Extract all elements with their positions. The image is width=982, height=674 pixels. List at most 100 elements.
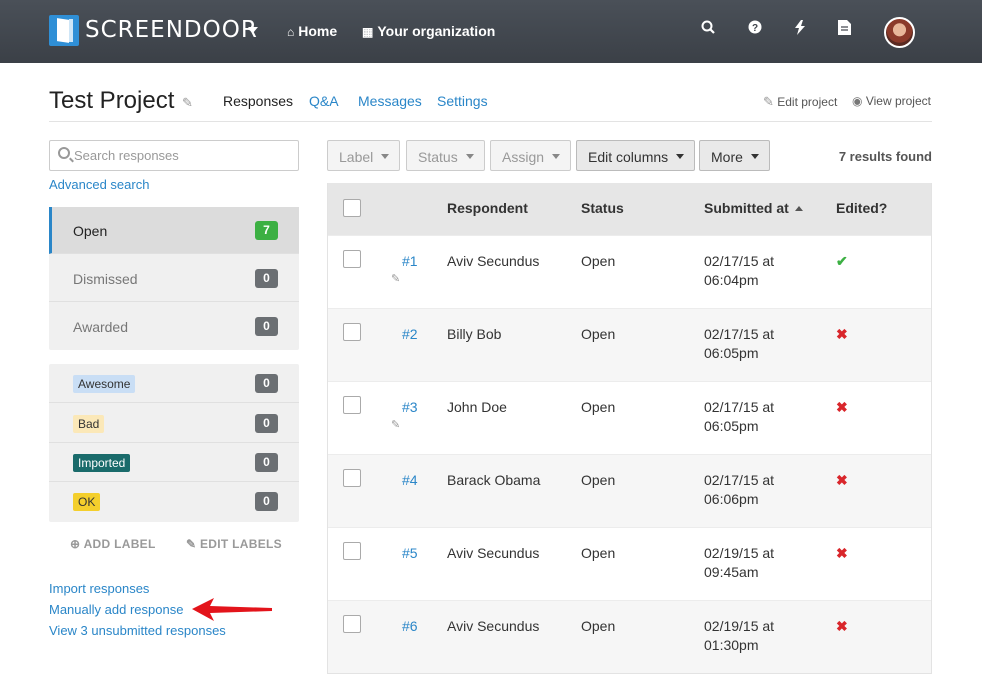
submitted-time: 06:04pm — [704, 272, 759, 288]
response-status: Open — [581, 545, 616, 561]
tab-messages[interactable]: Messages — [358, 93, 422, 109]
responses-table: Respondent Status Submitted at Edited? #… — [327, 183, 932, 674]
response-id-link[interactable]: #1 — [402, 252, 418, 271]
document-icon[interactable] — [834, 20, 854, 39]
nav-organization[interactable]: ▦ Your organization — [362, 23, 495, 39]
brand-dropdown-icon[interactable] — [248, 27, 258, 33]
respondent-name: Barack Obama — [447, 472, 541, 488]
label-filter-ok[interactable]: OK 0 — [49, 482, 299, 521]
status-dropdown-button[interactable]: Status — [406, 140, 485, 171]
column-header-respondent[interactable]: Respondent — [447, 200, 528, 216]
label-filter-awesome[interactable]: Awesome 0 — [49, 364, 299, 403]
top-navbar: SCREENDOOR ⌂ Home ▦ Your organization ? — [0, 0, 982, 63]
tab-settings[interactable]: Settings — [437, 93, 488, 109]
respondent-name: Aviv Secundus — [447, 618, 540, 634]
search-field-icon — [58, 147, 70, 159]
row-checkbox[interactable] — [343, 323, 361, 341]
view-unsubmitted-link[interactable]: View 3 unsubmitted responses — [49, 623, 226, 638]
label-filter-bad[interactable]: Bad 0 — [49, 404, 299, 443]
column-header-label: Submitted at — [704, 200, 789, 216]
response-status: Open — [581, 472, 616, 488]
edit-labels-button[interactable]: ✎ EDIT LABELS — [186, 537, 282, 551]
tab-responses[interactable]: Responses — [223, 93, 293, 109]
pencil-icon: ✎ — [763, 94, 774, 109]
response-status: Open — [581, 253, 616, 269]
tab-qa[interactable]: Q&A — [309, 93, 339, 109]
sort-ascending-icon — [794, 206, 803, 211]
import-responses-link[interactable]: Import responses — [49, 581, 149, 596]
button-label: More — [711, 149, 743, 165]
search-input[interactable] — [74, 145, 294, 166]
assign-dropdown-button[interactable]: Assign — [490, 140, 572, 171]
response-id-link[interactable]: #5 — [402, 544, 418, 563]
table-row[interactable]: #1 ✎ Aviv Secundus Open 02/17/15 at 06:04pm ✔ — [328, 235, 931, 308]
submitted-at: 02/17/15 at 06:05pm — [704, 398, 774, 436]
response-id-link[interactable]: #4 — [402, 471, 418, 490]
status-filter-open[interactable]: Open 7 — [49, 207, 299, 254]
label-count-badge: 0 — [255, 414, 278, 433]
screendoor-logo-icon[interactable] — [49, 15, 79, 46]
add-label-button[interactable]: ⊕ ADD LABEL — [70, 537, 156, 551]
view-project-link[interactable]: ◉ View project — [852, 94, 931, 108]
row-checkbox[interactable] — [343, 469, 361, 487]
label-tag: Imported — [73, 454, 131, 472]
column-header-edited[interactable]: Edited? — [836, 200, 887, 216]
user-avatar[interactable] — [884, 17, 915, 48]
row-checkbox[interactable] — [343, 542, 361, 560]
respondent-name: Aviv Secundus — [447, 545, 540, 561]
not-edited-x-icon: ✖ — [836, 472, 848, 488]
label-tag: Bad — [73, 415, 105, 433]
submitted-time: 01:30pm — [704, 637, 759, 653]
table-row[interactable]: #2 Billy Bob Open 02/17/15 at 06:05pm ✖ — [328, 308, 931, 381]
column-header-status[interactable]: Status — [581, 200, 624, 216]
label-tag: OK — [73, 493, 101, 511]
not-edited-x-icon: ✖ — [836, 399, 848, 415]
advanced-search-link[interactable]: Advanced search — [49, 177, 149, 192]
nav-home[interactable]: ⌂ Home — [287, 23, 337, 39]
edit-project-link[interactable]: ✎ Edit project — [763, 94, 837, 110]
submitted-at: 02/17/15 at 06:06pm — [704, 471, 774, 509]
response-id-link[interactable]: #2 — [402, 325, 418, 344]
table-row[interactable]: #4 Barack Obama Open 02/17/15 at 06:06pm ✖ — [328, 454, 931, 527]
row-checkbox[interactable] — [343, 396, 361, 414]
search-responses-field[interactable] — [49, 140, 299, 171]
search-icon[interactable] — [698, 20, 718, 38]
table-row[interactable]: #3 ✎ John Doe Open 02/17/15 at 06:05pm ✖ — [328, 381, 931, 454]
edit-project-label: Edit project — [777, 95, 838, 109]
row-checkbox[interactable] — [343, 250, 361, 268]
label-count-badge: 0 — [255, 374, 278, 393]
status-filter-dismissed[interactable]: Dismissed 0 — [49, 255, 299, 302]
status-filter-awarded[interactable]: Awarded 0 — [49, 303, 299, 350]
button-label: Assign — [502, 149, 545, 165]
more-dropdown-button[interactable]: More — [699, 140, 770, 171]
help-icon[interactable]: ? — [745, 20, 765, 38]
add-label-text: ADD LABEL — [83, 537, 156, 551]
column-header-submitted-at[interactable]: Submitted at — [704, 200, 803, 216]
response-id-link[interactable]: #6 — [402, 617, 418, 636]
view-project-label: View project — [865, 94, 931, 108]
pencil-icon: ✎ — [391, 419, 401, 431]
nav-organization-label: Your organization — [377, 23, 496, 39]
brand-name[interactable]: SCREENDOOR — [85, 17, 258, 43]
response-status: Open — [581, 326, 616, 342]
row-checkbox[interactable] — [343, 615, 361, 633]
chevron-down-icon — [381, 153, 390, 159]
table-header: Respondent Status Submitted at Edited? — [328, 183, 931, 235]
label-count-badge: 0 — [255, 492, 278, 511]
table-row[interactable]: #5 Aviv Secundus Open 02/19/15 at 09:45am ✖ — [328, 527, 931, 600]
chevron-down-icon — [750, 153, 759, 159]
edit-columns-button[interactable]: Edit columns — [576, 140, 696, 171]
table-row[interactable]: #6 Aviv Secundus Open 02/19/15 at 01:30pm ✖ — [328, 600, 931, 673]
select-all-checkbox[interactable] — [343, 199, 361, 217]
submitted-date: 02/17/15 at — [704, 472, 775, 488]
edit-title-pencil-icon[interactable]: ✎ — [182, 95, 193, 111]
response-id-link[interactable]: #3 — [402, 398, 418, 417]
button-label: Label — [339, 149, 374, 165]
bolt-icon[interactable] — [790, 20, 810, 39]
label-count-badge: 0 — [255, 453, 278, 472]
label-dropdown-button[interactable]: Label — [327, 140, 401, 171]
label-filter-imported[interactable]: Imported 0 — [49, 443, 299, 482]
button-label: Status — [418, 149, 458, 165]
pencil-icon: ✎ — [391, 273, 401, 285]
manually-add-response-link[interactable]: Manually add response — [49, 602, 183, 617]
